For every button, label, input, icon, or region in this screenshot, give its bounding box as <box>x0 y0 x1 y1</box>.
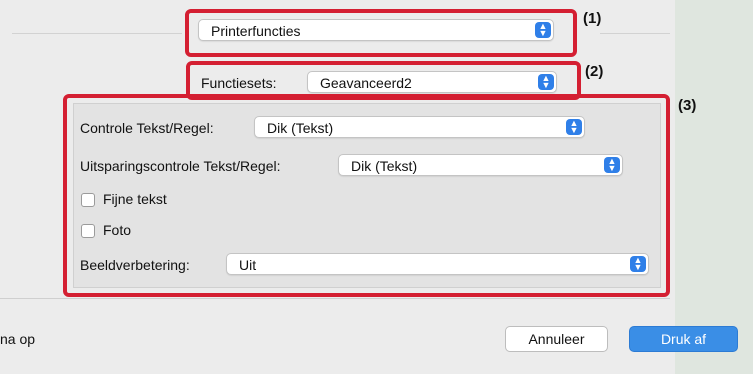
callout-3: (3) <box>678 97 697 114</box>
highlight-box-3 <box>63 94 670 297</box>
footer-partial-text: na op <box>0 331 36 347</box>
divider <box>0 298 670 299</box>
print-button[interactable]: Druk af <box>629 326 738 352</box>
cancel-button[interactable]: Annuleer <box>505 326 608 352</box>
divider <box>600 33 670 34</box>
background-pane <box>675 0 753 374</box>
highlight-box-1 <box>185 9 577 57</box>
callout-1: (1) <box>583 10 602 27</box>
callout-2: (2) <box>585 63 604 80</box>
divider <box>12 33 182 34</box>
